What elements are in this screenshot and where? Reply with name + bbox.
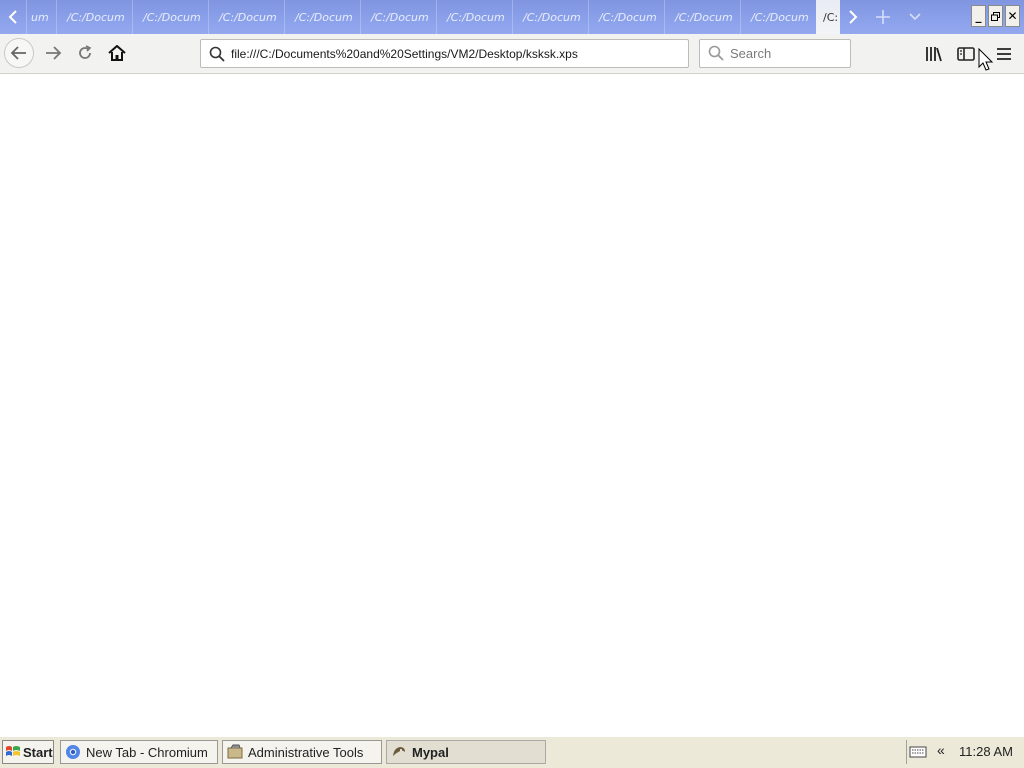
close-icon: ✕ xyxy=(1007,9,1018,23)
sidebar-button[interactable] xyxy=(954,42,978,66)
tab-scroll-left-button[interactable] xyxy=(0,0,26,34)
taskbar-item-label: New Tab - Chromium xyxy=(86,744,208,760)
search-icon xyxy=(708,45,724,61)
list-all-tabs-button[interactable] xyxy=(904,0,926,34)
reload-button[interactable] xyxy=(70,38,100,68)
folder-tools-icon xyxy=(227,744,243,759)
menu-button[interactable] xyxy=(992,42,1016,66)
tab-list: um /C:/Docum /C:/Docum /C:/Docum /C:/Doc… xyxy=(26,0,840,34)
url-bar[interactable]: file:///C:/Documents%20and%20Settings/VM… xyxy=(200,39,689,68)
tab-strip: um /C:/Docum /C:/Docum /C:/Docum /C:/Doc… xyxy=(0,0,1024,34)
arrow-right-icon xyxy=(46,46,62,60)
keyboard-icon[interactable] xyxy=(909,744,927,758)
tab[interactable]: /C:/Docum xyxy=(56,0,132,34)
tray-expand-button[interactable]: « xyxy=(937,742,945,758)
windows-logo-icon xyxy=(6,746,20,756)
chromium-icon xyxy=(66,745,80,759)
mouse-cursor-icon xyxy=(978,48,994,71)
library-icon xyxy=(926,47,942,62)
minimize-button[interactable]: _ xyxy=(971,5,986,27)
url-text: file:///C:/Documents%20and%20Settings/VM… xyxy=(231,46,578,61)
tab-label: /C:/Docum xyxy=(523,10,581,24)
taskbar-item-mypal[interactable]: Mypal xyxy=(386,740,546,764)
tab-label: /C:/Docum xyxy=(675,10,733,24)
tab[interactable]: /C:/Docum xyxy=(208,0,284,34)
chevron-down-icon xyxy=(909,13,921,21)
taskbar-item-chromium[interactable]: New Tab - Chromium xyxy=(60,740,218,764)
home-icon xyxy=(108,45,126,61)
hamburger-menu-icon xyxy=(997,48,1011,60)
tab[interactable]: /C:/Docum xyxy=(664,0,740,34)
taskbar: Start New Tab - Chromium Administrative … xyxy=(0,736,1024,768)
restore-button[interactable] xyxy=(988,5,1003,27)
chevron-right-icon xyxy=(849,10,858,24)
tab[interactable]: /C:/Docum xyxy=(740,0,816,34)
tab-label: /C:/Docum xyxy=(751,10,809,24)
sidebar-icon xyxy=(957,47,975,61)
tab[interactable]: /C:/Docum xyxy=(436,0,512,34)
search-placeholder: Search xyxy=(730,46,772,61)
tab-label: /C:/Docum xyxy=(295,10,353,24)
reload-icon xyxy=(79,45,92,59)
taskbar-item-label: Mypal xyxy=(412,744,449,760)
taskbar-item-administrative-tools[interactable]: Administrative Tools xyxy=(222,740,382,764)
tab-label: /C:/Docum xyxy=(67,10,125,24)
tab-label: /C:/Docum xyxy=(219,10,277,24)
clock: 11:28 AM xyxy=(959,744,1013,759)
start-label: Start xyxy=(23,744,53,760)
mypal-icon xyxy=(393,747,405,756)
system-tray: « 11:28 AM xyxy=(906,740,1023,764)
home-button[interactable] xyxy=(102,38,132,68)
tab-label: /C:/Docum xyxy=(371,10,429,24)
tab[interactable]: /C:/Docum xyxy=(512,0,588,34)
minimize-icon: _ xyxy=(975,9,982,23)
tab-label: /C:/Docum xyxy=(143,10,201,24)
tab[interactable]: /C:/Docum xyxy=(284,0,360,34)
forward-button[interactable] xyxy=(38,38,68,68)
navigation-toolbar: file:///C:/Documents%20and%20Settings/VM… xyxy=(0,34,1024,74)
start-button[interactable]: Start xyxy=(2,740,54,764)
tab[interactable]: um xyxy=(26,0,56,34)
taskbar-item-label: Administrative Tools xyxy=(248,744,364,760)
tab[interactable]: /C:/Docum xyxy=(360,0,436,34)
library-button[interactable] xyxy=(922,42,946,66)
tab-label: /C:/Docum xyxy=(447,10,505,24)
new-tab-button[interactable] xyxy=(872,0,894,34)
tab-label: /C:/Docum xyxy=(599,10,657,24)
page-content xyxy=(0,74,1024,736)
tab-active[interactable]: /C: xyxy=(816,0,840,34)
restore-icon xyxy=(991,11,1000,21)
arrow-left-icon xyxy=(10,46,26,60)
tab-label: um xyxy=(31,10,49,24)
tab-label: /C: xyxy=(823,10,839,24)
tab-scroll-right-button[interactable] xyxy=(840,0,866,34)
search-input[interactable]: Search xyxy=(699,39,851,68)
chevron-left-icon xyxy=(8,10,17,24)
back-button[interactable] xyxy=(4,38,34,68)
search-icon xyxy=(209,46,225,62)
close-window-button[interactable]: ✕ xyxy=(1005,5,1020,27)
tab[interactable]: /C:/Docum xyxy=(132,0,208,34)
plus-icon xyxy=(876,10,890,24)
tab[interactable]: /C:/Docum xyxy=(588,0,664,34)
